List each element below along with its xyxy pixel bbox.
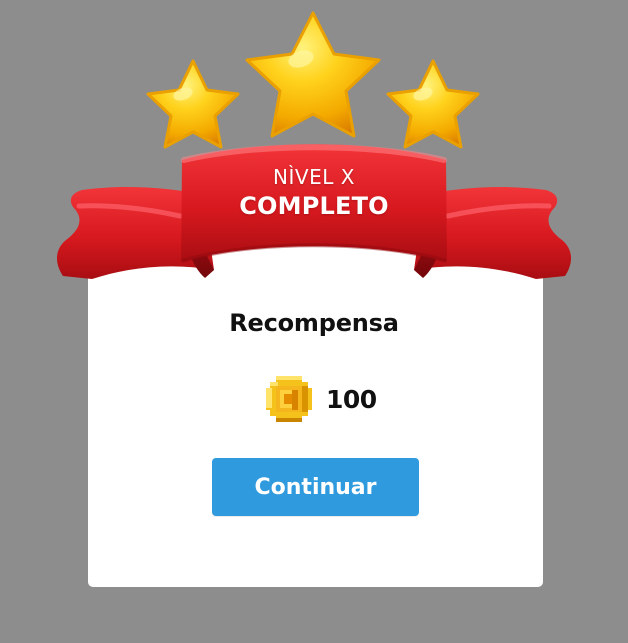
reward-amount-row: 100 [262, 372, 377, 426]
level-label: NÌVEL X [273, 165, 355, 189]
left-star [146, 59, 240, 149]
right-star [386, 59, 480, 149]
gold-coin-icon [266, 376, 312, 422]
level-complete-screen: NÌVEL X COMPLETO Recompensa 100 Continua… [0, 0, 628, 643]
reward-title: Recompensa [229, 309, 399, 337]
center-star [245, 11, 381, 138]
reward-amount: 100 [326, 384, 377, 414]
continue-button[interactable]: Continuar [212, 458, 419, 516]
level-complete-label: COMPLETO [239, 192, 389, 220]
